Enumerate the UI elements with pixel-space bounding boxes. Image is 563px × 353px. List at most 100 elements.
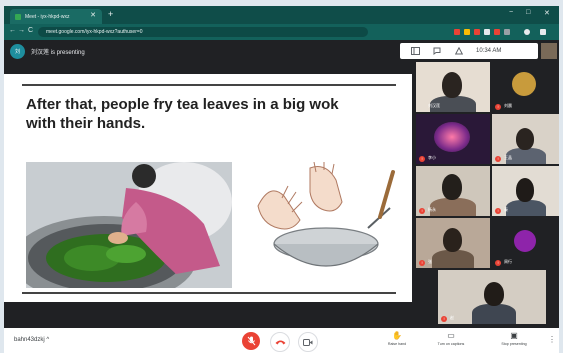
participant-tile[interactable]: ! 王晶 [492,114,559,164]
extension-icon[interactable] [464,29,470,35]
present-screen-icon: ▣ [510,331,518,340]
wok-hands-illustration [240,161,396,288]
participant-background [434,122,470,152]
more-options-icon[interactable]: ⋮ [548,335,556,344]
activities-icon[interactable] [452,44,466,58]
participant-name: 周行 [504,259,512,264]
participant-tile[interactable]: ! 李小 [416,114,490,164]
participant-body [430,198,476,216]
participant-tile[interactable]: 刘汉莲 [416,62,490,112]
profile-icon[interactable] [524,29,530,35]
participant-name: 张 [428,259,432,264]
raise-hand-icon: ✋ [392,331,402,340]
browser-tab[interactable]: Meet - iyx-hkpd-wxz ✕ [10,9,102,24]
meet-bottom-bar: bahn43dzkj ^ ✋ Raise hand ▭ Turn on capt… [4,328,559,353]
presenter-status: 刘汉莲 is presenting [31,50,85,56]
mic-off-icon: ! [419,156,425,162]
participant-name: 刘晨 [504,103,512,108]
minimize-button[interactable]: − [509,9,513,16]
mic-off-icon: ! [495,260,501,266]
url-field[interactable]: meet.google.com/iyx-hkpd-wxz?authuser=0 [38,27,368,37]
meet-top-controls: 10:34 AM [400,43,538,59]
mic-off-icon: ! [495,208,501,214]
new-tab-button[interactable]: + [108,9,113,19]
camera-icon [303,338,313,346]
slide-title-line1: After that, people fry tea leaves in a b… [26,96,339,113]
meet-favicon-icon [15,13,21,20]
raise-hand-button[interactable]: ✋ Raise hand [377,331,417,346]
present-label: Stop presenting [501,342,527,346]
layout-icon[interactable] [408,44,422,58]
meeting-code-text: bahn43dzkj [14,337,45,343]
extension-icon[interactable] [504,29,510,35]
meeting-code[interactable]: bahn43dzkj ^ [14,337,49,343]
browser-address-bar: ← → C meet.google.com/iyx-hkpd-wxz?authu… [4,24,559,40]
participant-head [516,178,534,202]
extension-icon[interactable] [494,29,500,35]
participant-name: 赵 [450,315,454,320]
extension-icon[interactable] [454,29,460,35]
hangup-button[interactable] [270,332,290,352]
slide-title-line2: with their hands. [26,115,146,132]
presenter-chip: 刘 刘汉莲 is presenting [10,44,85,59]
meeting-clock: 10:34 AM [476,48,502,54]
participant-tile[interactable]: ! 赵 [438,270,546,324]
tea-frying-photo [26,162,232,288]
present-button[interactable]: ▣ Stop presenting [494,331,534,346]
mic-off-icon: ! [419,260,425,266]
maximize-button[interactable]: □ [526,9,530,16]
participant-head [443,228,462,252]
participant-avatar [514,230,536,252]
browser-menu-icon[interactable] [540,29,546,35]
tab-close-icon[interactable]: ✕ [90,11,96,19]
forward-button[interactable]: → [18,27,25,34]
participant-body [472,304,516,324]
participant-name: 秦 [504,207,508,212]
participant-avatar [512,72,536,96]
slide-title: After that, people fry tea leaves in a b… [26,95,406,133]
tab-title: Meet - iyx-hkpd-wxz [25,13,70,20]
microphone-off-icon [247,336,255,346]
participant-tile[interactable]: ! 周行 [492,218,559,268]
participant-tile[interactable]: ! 刘晨 [492,62,559,112]
participant-body [432,250,474,268]
slide-bottom-rule [22,292,396,294]
microphone-button[interactable] [242,332,260,350]
mic-off-icon: ! [441,316,447,322]
self-view-thumbnail[interactable] [541,43,557,59]
back-button[interactable]: ← [9,27,16,34]
participant-body [506,200,546,216]
reload-button[interactable]: C [28,27,33,34]
chevron-up-icon: ^ [46,337,50,343]
participant-head [484,282,504,306]
participant-name: 杨永 [428,207,436,212]
mic-off-icon: ! [419,208,425,214]
hangup-icon [275,340,285,345]
participant-name: 王晶 [504,155,512,160]
raise-hand-label: Raise hand [387,342,407,346]
captions-label: Turn on captions [437,342,465,346]
participant-tile[interactable]: ! 张 [416,218,490,268]
window-close-button[interactable]: ✕ [544,9,550,17]
chat-icon[interactable] [430,44,444,58]
captions-button[interactable]: ▭ Turn on captions [431,331,471,346]
camera-button[interactable] [298,332,318,352]
app-window: Meet - iyx-hkpd-wxz ✕ + − □ ✕ ← → C meet… [4,6,559,353]
participant-tile[interactable]: ! 杨永 [416,166,490,216]
participant-body [506,148,546,164]
meet-top-bar: 刘 刘汉莲 is presenting 10:34 AM [4,40,559,62]
extension-icon[interactable] [474,29,480,35]
participant-name: 刘汉莲 [428,103,440,108]
participant-tile[interactable]: ! 秦 [492,166,559,216]
participant-head [442,72,462,98]
participant-head [442,174,462,200]
presenter-avatar: 刘 [10,44,25,59]
extension-icon[interactable] [484,29,490,35]
participant-name: 李小 [428,155,436,160]
mic-off-icon: ! [495,104,501,110]
captions-icon: ▭ [447,331,455,340]
browser-tab-bar: Meet - iyx-hkpd-wxz ✕ + − □ ✕ [4,6,559,24]
mic-off-icon: ! [495,156,501,162]
participant-head [516,128,534,150]
presented-slide: After that, people fry tea leaves in a b… [4,74,412,302]
